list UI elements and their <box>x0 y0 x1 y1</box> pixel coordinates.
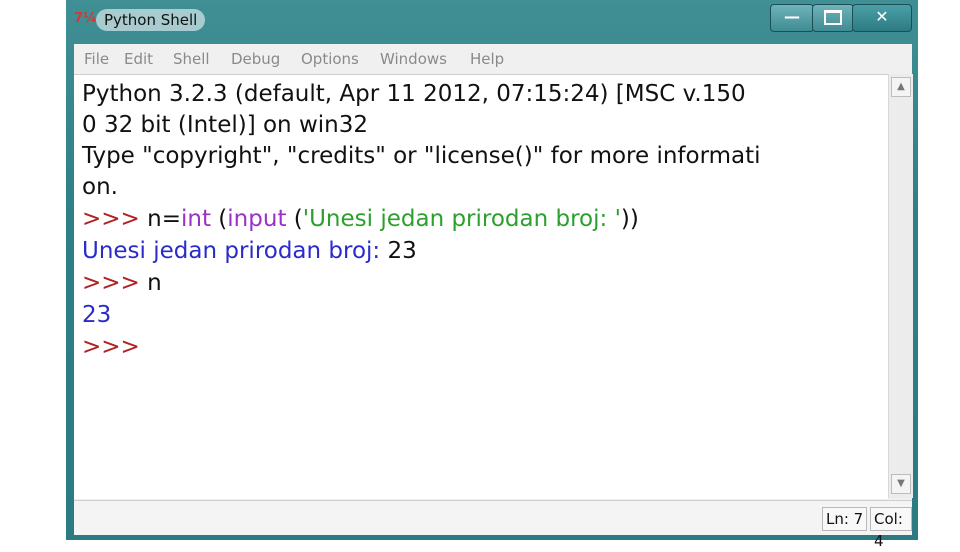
window-title: Python Shell <box>96 9 206 31</box>
window-client-area: File Edit Shell Debug Options Windows He… <box>74 44 913 550</box>
menu-shell[interactable]: Shell <box>173 50 210 68</box>
python-idle-icon: 7¼ <box>74 11 97 26</box>
menu-windows[interactable]: Windows <box>380 50 447 68</box>
maximize-button[interactable] <box>812 4 854 32</box>
menu-file[interactable]: File <box>84 50 109 68</box>
menu-options[interactable]: Options <box>301 50 359 68</box>
shell-text-area[interactable]: Python 3.2.3 (default, Apr 11 2012, 07:1… <box>74 74 888 499</box>
python-shell-window: 7¼ Python Shell — ✕ File Edit Shell Debu… <box>66 0 918 550</box>
output-line-2: 23 <box>82 302 112 328</box>
shell-prompt: >>> <box>82 206 140 232</box>
builtin-int: int <box>181 206 211 232</box>
menu-debug[interactable]: Debug <box>231 50 280 68</box>
banner-line-3: Type "copyright", "credits" or "license(… <box>82 143 761 169</box>
builtin-input: input <box>227 206 287 232</box>
menu-help[interactable]: Help <box>470 50 504 68</box>
banner-line-1: Python 3.2.3 (default, Apr 11 2012, 07:1… <box>82 81 746 107</box>
scroll-down-icon[interactable]: ▼ <box>891 474 911 494</box>
menu-edit[interactable]: Edit <box>124 50 153 68</box>
code-text: ( <box>211 206 228 232</box>
input-prompt-text: Unesi jedan prirodan broj: <box>82 238 381 264</box>
code-text: )) <box>620 206 639 232</box>
menu-bar: File Edit Shell Debug Options Windows He… <box>74 44 912 74</box>
shell-prompt: >>> <box>82 334 140 360</box>
input-line-1: >>> n=int (input ('Unesi jedan prirodan … <box>82 206 639 232</box>
user-input-value: 23 <box>380 238 417 264</box>
minimize-icon: — <box>784 7 800 26</box>
status-line: Ln: 7 <box>822 507 868 531</box>
title-bar[interactable]: 7¼ Python Shell — ✕ <box>66 0 918 40</box>
banner-line-4: on. <box>82 174 118 200</box>
scroll-up-icon[interactable]: ▲ <box>891 77 911 97</box>
close-icon: ✕ <box>875 7 889 26</box>
banner-line-2: 0 32 bit (Intel)] on win32 <box>82 112 368 138</box>
vertical-scrollbar[interactable]: ▲ ▼ <box>888 74 913 498</box>
maximize-icon <box>824 10 842 25</box>
input-line-2: >>> n <box>82 270 162 296</box>
code-text: ( <box>286 206 303 232</box>
code-text: n <box>139 270 162 296</box>
minimize-button[interactable]: — <box>770 4 814 32</box>
code-text: n= <box>139 206 181 232</box>
string-literal: 'Unesi jedan prirodan broj: ' <box>302 206 621 232</box>
shell-prompt: >>> <box>82 270 140 296</box>
output-line-1: Unesi jedan prirodan broj: 23 <box>82 238 417 264</box>
status-column: Col: 4 <box>870 507 912 550</box>
close-button[interactable]: ✕ <box>852 4 912 32</box>
input-line-3: >>> <box>82 334 140 360</box>
status-bar: Ln: 7 Col: 4 <box>74 500 912 550</box>
